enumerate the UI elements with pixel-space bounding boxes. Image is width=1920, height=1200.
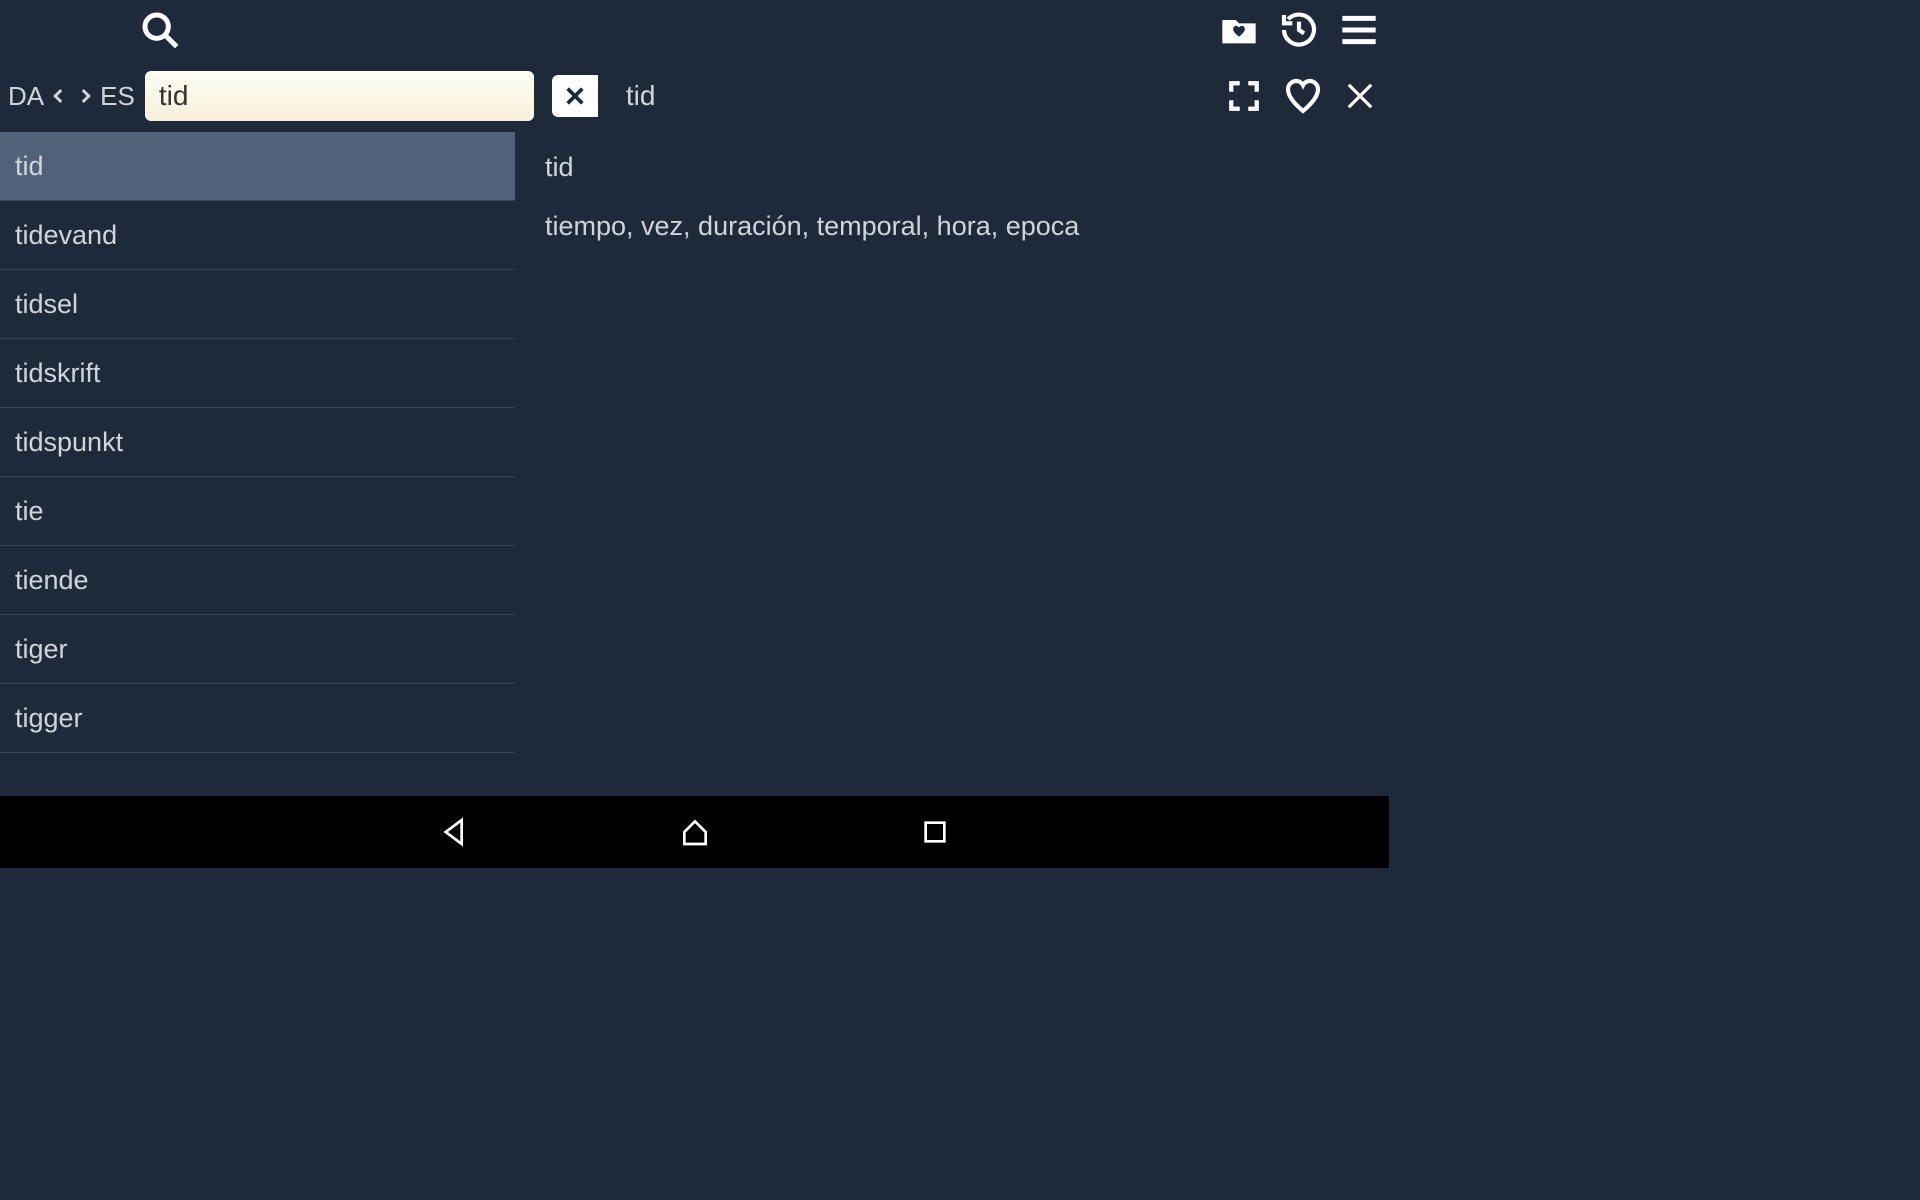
close-icon: [564, 85, 586, 107]
list-item[interactable]: tiende: [0, 546, 515, 615]
list-item-label: tiger: [15, 634, 68, 665]
list-item-label: tidsel: [15, 289, 78, 320]
heart-icon[interactable]: [1283, 76, 1323, 116]
search-icon[interactable]: [140, 10, 180, 50]
list-item[interactable]: tidskrift: [0, 339, 515, 408]
list-item[interactable]: tidspunkt: [0, 408, 515, 477]
nav-bar: [0, 796, 1389, 868]
menu-icon[interactable]: [1339, 10, 1379, 50]
chevron-left-icon[interactable]: [48, 81, 70, 111]
history-icon[interactable]: [1279, 10, 1319, 50]
search-input[interactable]: [145, 71, 534, 121]
chevron-right-icon[interactable]: [74, 81, 96, 111]
list-item-label: tigger: [15, 703, 83, 734]
header-word: tid: [626, 80, 656, 112]
clear-search-button[interactable]: [552, 75, 598, 117]
list-item[interactable]: tidsel: [0, 270, 515, 339]
list-item[interactable]: tidevand: [0, 201, 515, 270]
list-item-label: tidspunkt: [15, 427, 123, 458]
list-item[interactable]: tigger: [0, 684, 515, 753]
list-item[interactable]: tie: [0, 477, 515, 546]
detail-pane: tid tiempo, vez, duración, temporal, hor…: [515, 132, 1389, 796]
list-item-label: tie: [15, 496, 44, 527]
fullscreen-icon[interactable]: [1227, 79, 1261, 113]
lang-to-label: ES: [100, 81, 135, 112]
favorites-folder-icon[interactable]: [1219, 10, 1259, 50]
list-item-label: tiende: [15, 565, 89, 596]
top-bar: [0, 0, 1389, 60]
main-content: tid tidevand tidsel tidskrift tidspunkt …: [0, 132, 1389, 796]
list-item[interactable]: tiger: [0, 615, 515, 684]
lang-from-label: DA: [8, 81, 44, 112]
search-row: DA ES tid: [0, 60, 1389, 132]
top-left: [10, 10, 180, 50]
recent-apps-icon[interactable]: [915, 812, 955, 852]
top-right: [1219, 10, 1379, 50]
list-item[interactable]: tid: [0, 132, 515, 201]
detail-translations: tiempo, vez, duración, temporal, hora, e…: [545, 211, 1359, 242]
home-icon[interactable]: [675, 812, 715, 852]
list-item-label: tidevand: [15, 220, 117, 251]
list-item-label: tid: [15, 151, 44, 182]
detail-actions: [1227, 76, 1381, 116]
list-item-label: tidskrift: [15, 358, 101, 389]
close-icon[interactable]: [1345, 81, 1375, 111]
word-list: tid tidevand tidsel tidskrift tidspunkt …: [0, 132, 515, 796]
back-icon[interactable]: [435, 812, 475, 852]
detail-word: tid: [545, 152, 1359, 183]
